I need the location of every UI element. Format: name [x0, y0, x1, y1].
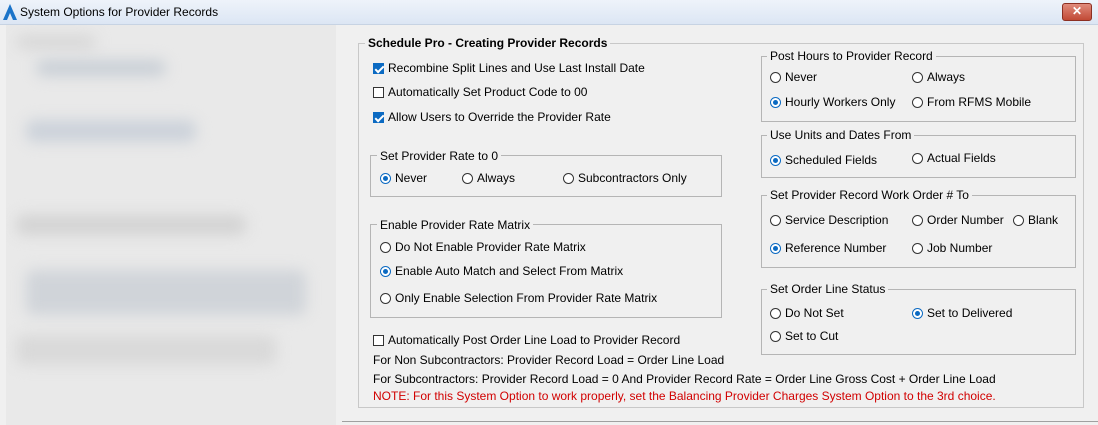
order-line-status-title: Set Order Line Status [767, 282, 889, 296]
allow-override-checkbox[interactable]: Allow Users to Override the Provider Rat… [373, 109, 611, 125]
post-hours-title: Post Hours to Provider Record [767, 49, 936, 63]
provider-rate-always-radio[interactable]: Always [462, 170, 515, 186]
post-hours-never-radio[interactable]: Never [770, 69, 817, 85]
order-line-status-group [761, 289, 1076, 355]
title-bar: System Options for Provider Records ✕ [0, 0, 1098, 25]
note-text: NOTE: For this System Option to work pro… [373, 389, 996, 403]
status-delivered-radio[interactable]: Set to Delivered [912, 305, 1012, 321]
close-button[interactable]: ✕ [1062, 3, 1092, 21]
app-logo-icon [3, 4, 17, 20]
work-order-reference-radio[interactable]: Reference Number [770, 240, 886, 256]
checkbox-unchecked[interactable] [373, 335, 384, 346]
provider-rate-never-radio[interactable]: Never [380, 170, 427, 186]
work-order-group [761, 195, 1076, 268]
blurred-sidebar [6, 25, 336, 425]
post-hours-group [761, 56, 1076, 122]
auto-product-code-checkbox[interactable]: Automatically Set Product Code to 00 [373, 84, 587, 100]
status-cut-radio[interactable]: Set to Cut [770, 328, 838, 344]
close-icon: ✕ [1071, 4, 1083, 18]
work-order-blank-radio[interactable]: Blank [1013, 212, 1058, 228]
status-do-not-set-radio[interactable]: Do Not Set [770, 305, 844, 321]
post-hours-rfms-mobile-radio[interactable]: From RFMS Mobile [912, 94, 1031, 110]
recombine-split-checkbox[interactable]: Recombine Split Lines and Use Last Insta… [373, 60, 645, 76]
window-title: System Options for Provider Records [20, 5, 219, 19]
matrix-do-not-enable-radio[interactable]: Do Not Enable Provider Rate Matrix [380, 239, 586, 255]
bottom-divider [342, 421, 1098, 422]
matrix-only-selection-radio[interactable]: Only Enable Selection From Provider Rate… [380, 290, 657, 306]
units-scheduled-radio[interactable]: Scheduled Fields [770, 152, 877, 168]
units-actual-radio[interactable]: Actual Fields [912, 150, 996, 166]
work-order-service-desc-radio[interactable]: Service Description [770, 212, 888, 228]
checkbox-checked[interactable] [373, 112, 384, 123]
rate-matrix-title: Enable Provider Rate Matrix [377, 218, 534, 232]
work-order-title: Set Provider Record Work Order # To [767, 188, 972, 202]
non-sub-text: For Non Subcontractors: Provider Record … [373, 353, 725, 367]
sub-text: For Subcontractors: Provider Record Load… [373, 372, 996, 386]
set-provider-rate-title: Set Provider Rate to 0 [377, 149, 502, 163]
units-dates-title: Use Units and Dates From [767, 128, 915, 142]
matrix-auto-match-radio[interactable]: Enable Auto Match and Select From Matrix [380, 263, 623, 279]
post-hours-always-radio[interactable]: Always [912, 69, 965, 85]
auto-post-load-checkbox[interactable]: Automatically Post Order Line Load to Pr… [373, 332, 680, 348]
provider-rate-subcontractors-radio[interactable]: Subcontractors Only [563, 170, 687, 186]
post-hours-hourly-radio[interactable]: Hourly Workers Only [770, 94, 895, 110]
work-order-job-number-radio[interactable]: Job Number [912, 240, 992, 256]
work-order-order-number-radio[interactable]: Order Number [912, 212, 1004, 228]
checkbox-checked[interactable] [373, 63, 384, 74]
checkbox-unchecked[interactable] [373, 87, 384, 98]
schedule-pro-group-title: Schedule Pro - Creating Provider Records [365, 36, 611, 50]
